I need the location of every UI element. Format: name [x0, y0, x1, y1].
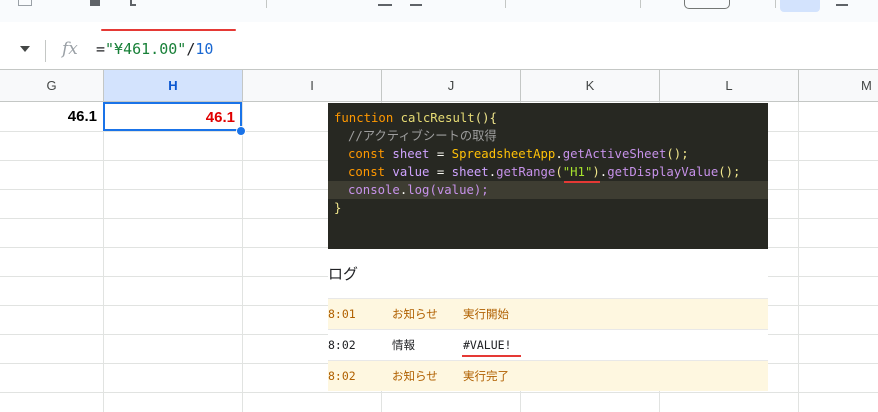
code-token: = — [429, 147, 452, 161]
toolbar-divider — [775, 0, 776, 8]
formula-bar-divider — [45, 40, 46, 62]
code-token: function — [334, 111, 401, 125]
code-comment: //アクティブシートの取得 — [348, 129, 497, 143]
log-row: 8:02 お知らせ 実行完了 — [328, 360, 768, 391]
grid-line — [0, 392, 878, 393]
font-size-box[interactable] — [684, 0, 730, 9]
formula-prefix: = — [96, 40, 106, 58]
code-token: sheet — [451, 165, 489, 179]
active-toolbar-button[interactable] — [780, 0, 820, 12]
toolbar-divider — [266, 0, 267, 8]
code-line-2: //アクティブシートの取得 — [328, 127, 768, 145]
code-token: SpreadsheetApp — [451, 147, 556, 161]
log-severity: 情報 — [392, 338, 415, 352]
formula-string: "¥461.00" — [105, 40, 187, 58]
undo-icon[interactable] — [18, 0, 32, 6]
code-token: const — [348, 165, 393, 179]
code-token: ) — [592, 165, 600, 179]
cell-h1-selected[interactable]: 46.1 — [103, 102, 242, 131]
formula-annotation-underline — [101, 29, 236, 31]
value-annotation-underline — [462, 355, 521, 357]
grid-line — [798, 102, 799, 412]
log-time: 8:01 — [328, 307, 356, 321]
code-line-1: function calcResult(){ — [328, 109, 768, 127]
code-token: (); — [666, 147, 689, 161]
formula-bar: fx ="¥461.00"/10 — [0, 33, 878, 69]
grid-line — [103, 102, 104, 412]
fx-icon: fx — [62, 39, 78, 59]
code-token: getRange — [496, 165, 556, 179]
more-options-icon[interactable] — [836, 0, 848, 6]
range-annotation-underline — [564, 181, 600, 183]
code-token: value — [392, 165, 430, 179]
code-token: (){ — [474, 111, 497, 125]
code-line-4: const value = sheet.getRange("H1").getDi… — [328, 163, 768, 181]
column-header-m[interactable]: M — [799, 70, 878, 101]
column-header-h[interactable]: H — [104, 70, 243, 101]
code-token: log — [407, 183, 430, 197]
log-severity: お知らせ — [392, 307, 438, 321]
formula-operator: / — [186, 40, 196, 58]
code-token: . — [488, 165, 497, 179]
formula-number: 10 — [195, 40, 214, 58]
log-message: 実行完了 — [463, 369, 509, 383]
code-line-6: } — [328, 199, 768, 217]
code-token: (value); — [429, 183, 489, 197]
code-token: console — [348, 183, 400, 197]
code-token: calcResult — [400, 111, 475, 125]
grid-line — [242, 102, 243, 412]
code-line-5: console.log(value); — [328, 181, 768, 199]
font-size-increase-icon[interactable] — [410, 0, 422, 6]
log-time: 8:02 — [328, 338, 356, 352]
code-token: . — [555, 147, 563, 161]
toolbar-divider — [640, 0, 641, 8]
code-token: ( — [555, 165, 563, 179]
cell-g1[interactable]: 46.1 — [0, 102, 103, 131]
code-token: } — [334, 201, 342, 215]
toolbar-divider — [505, 0, 506, 8]
column-header-g[interactable]: G — [0, 70, 104, 101]
code-editor: function calcResult(){ //アクティブシートの取得 con… — [328, 103, 768, 249]
column-header-l[interactable]: L — [660, 70, 799, 101]
log-title: ログ — [328, 266, 359, 283]
code-token: getDisplayValue — [607, 165, 719, 179]
font-size-decrease-icon[interactable] — [378, 0, 392, 6]
code-token: sheet — [392, 147, 430, 161]
code-token: const — [348, 147, 393, 161]
code-token: "H1" — [562, 165, 593, 179]
toolbar — [0, 0, 878, 22]
log-row: 8:01 お知らせ 実行開始 — [328, 298, 768, 329]
code-token: = — [429, 165, 452, 179]
code-token: (); — [718, 165, 741, 179]
code-line-3: const sheet = SpreadsheetApp.getActiveSh… — [328, 145, 768, 163]
log-row: 8:02 情報 #VALUE! — [328, 329, 768, 360]
code-token: getActiveSheet — [562, 147, 667, 161]
paint-format-icon[interactable] — [130, 0, 136, 6]
print-icon[interactable] — [90, 0, 100, 6]
column-headers: G H I J K L M — [0, 69, 878, 102]
fill-handle[interactable] — [236, 126, 246, 136]
chevron-down-icon[interactable] — [20, 46, 30, 52]
column-header-i[interactable]: I — [243, 70, 382, 101]
log-severity: お知らせ — [392, 369, 438, 383]
formula-input[interactable]: ="¥461.00"/10 — [96, 40, 213, 58]
column-header-k[interactable]: K — [521, 70, 660, 101]
column-header-j[interactable]: J — [382, 70, 521, 101]
log-message: 実行開始 — [463, 307, 509, 321]
log-time: 8:02 — [328, 369, 356, 383]
execution-log-panel: ログ 8:01 お知らせ 実行開始 8:02 情報 #VALUE! 8:02 お… — [328, 249, 768, 391]
